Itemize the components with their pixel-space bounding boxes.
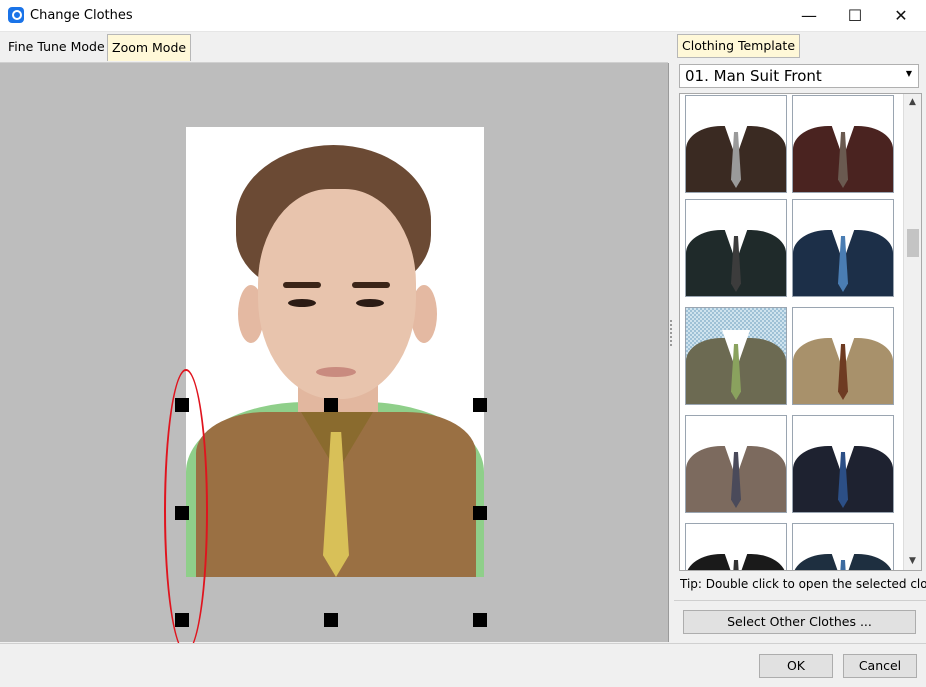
- clothing-category-select[interactable]: 01. Man Suit Front ▼: [679, 64, 919, 88]
- scroll-down-icon[interactable]: ▼: [904, 553, 921, 570]
- clothing-thumbnail[interactable]: [792, 199, 894, 297]
- divider: [674, 600, 926, 601]
- chevron-down-icon: ▼: [905, 69, 912, 78]
- mode-tabs: Fine Tune Mode Zoom Mode: [0, 32, 668, 63]
- clothing-thumbnail[interactable]: [792, 415, 894, 513]
- clothing-thumbnail[interactable]: [792, 523, 894, 570]
- title-bar: Change Clothes — ☐ ✕: [0, 0, 926, 32]
- portrait-photo: [186, 127, 484, 577]
- scroll-thumb[interactable]: [907, 229, 919, 257]
- clothing-thumbnail[interactable]: [792, 307, 894, 405]
- scroll-up-icon[interactable]: ▲: [904, 94, 921, 111]
- clothing-thumbnail[interactable]: [685, 523, 787, 570]
- cancel-button[interactable]: Cancel: [843, 654, 917, 678]
- mouth: [316, 367, 356, 377]
- minimize-button[interactable]: —: [786, 0, 832, 31]
- resize-handle-top[interactable]: [324, 398, 338, 412]
- clothing-thumbnail[interactable]: [685, 199, 787, 297]
- select-other-clothes-button[interactable]: Select Other Clothes ...: [683, 610, 916, 634]
- tab-fine-tune-mode[interactable]: Fine Tune Mode: [4, 34, 109, 60]
- clothing-panel: Clothing Template 01. Man Suit Front ▼ ▲…: [674, 32, 926, 642]
- clothing-thumbnail[interactable]: [685, 95, 787, 193]
- tab-clothing-template[interactable]: Clothing Template: [677, 34, 801, 58]
- left-eye: [288, 299, 316, 307]
- select-value: 01. Man Suit Front: [685, 67, 822, 85]
- resize-handle-bottom-right[interactable]: [473, 613, 487, 627]
- clothing-gallery[interactable]: ▲ ▼: [679, 93, 922, 571]
- clothing-thumbnail-selected[interactable]: [685, 307, 787, 405]
- ok-button[interactable]: OK: [759, 654, 833, 678]
- maximize-button[interactable]: ☐: [832, 0, 878, 31]
- tab-zoom-mode[interactable]: Zoom Mode: [107, 34, 192, 61]
- editing-canvas[interactable]: [0, 63, 669, 653]
- resize-handle-right[interactable]: [473, 506, 487, 520]
- resize-handle-bottom[interactable]: [324, 613, 338, 627]
- left-eyebrow: [283, 282, 321, 288]
- window-title: Change Clothes: [30, 8, 133, 23]
- gallery-scrollbar[interactable]: ▲ ▼: [903, 94, 921, 570]
- app-icon: [8, 7, 24, 23]
- tip-text: Tip: Double click to open the selected c…: [680, 577, 926, 591]
- highlight-ellipse: [164, 369, 208, 653]
- clothing-thumbnail[interactable]: [685, 415, 787, 513]
- right-eye: [356, 299, 384, 307]
- clothing-thumbnail[interactable]: [792, 95, 894, 193]
- resize-handle-top-right[interactable]: [473, 398, 487, 412]
- close-button[interactable]: ✕: [878, 0, 924, 31]
- dialog-footer: OK Cancel: [0, 643, 926, 687]
- right-eyebrow: [352, 282, 390, 288]
